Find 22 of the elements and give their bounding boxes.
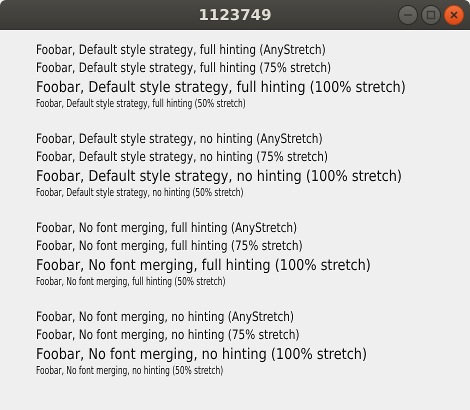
sample-text: Foobar, Default style strategy, full hinting (50% stretch) — [36, 96, 246, 112]
sample-text: Foobar, Default style strategy, no hinting (50% stretch) — [36, 185, 244, 201]
sample-text: Foobar, Default style strategy, full hinting (100% stretch) — [36, 78, 406, 96]
sample-text: Foobar, No font merging, full hinting (75% stretch) — [36, 238, 303, 256]
sample-text: Foobar, No font merging, full hinting (100% stretch) — [36, 256, 371, 274]
window-title: 1123749 — [198, 6, 272, 24]
sample-text: Foobar, No font merging, full hinting (50% stretch) — [36, 274, 226, 290]
sample-text: Foobar, Default style strategy, no hinting (75% stretch) — [36, 149, 328, 167]
close-icon — [449, 10, 459, 20]
maximize-icon — [426, 10, 436, 20]
sample-text: Foobar, Default style strategy, full hinting (AnyStretch) — [36, 42, 326, 60]
sample-text: Foobar, No font merging, no hinting (100% stretch) — [36, 345, 367, 363]
close-button[interactable] — [444, 5, 464, 25]
sample-text: Foobar, Default style strategy, no hinting (AnyStretch) — [36, 131, 323, 149]
sample-text: Foobar, Default style strategy, full hinting (75% stretch) — [36, 60, 332, 78]
maximize-button[interactable] — [421, 5, 441, 25]
sample-text: Foobar, No font merging, no hinting (75% stretch) — [36, 327, 300, 345]
sample-text: Foobar, No font merging, no hinting (AnyStretch) — [36, 309, 294, 327]
minimize-button[interactable] — [398, 5, 418, 25]
sample-text: Foobar, No font merging, full hinting (AnyStretch) — [36, 220, 298, 238]
sample-text: Foobar, Default style strategy, no hinting (100% stretch) — [36, 167, 402, 185]
sample-text: Foobar, No font merging, no hinting (50% stretch) — [36, 363, 224, 379]
